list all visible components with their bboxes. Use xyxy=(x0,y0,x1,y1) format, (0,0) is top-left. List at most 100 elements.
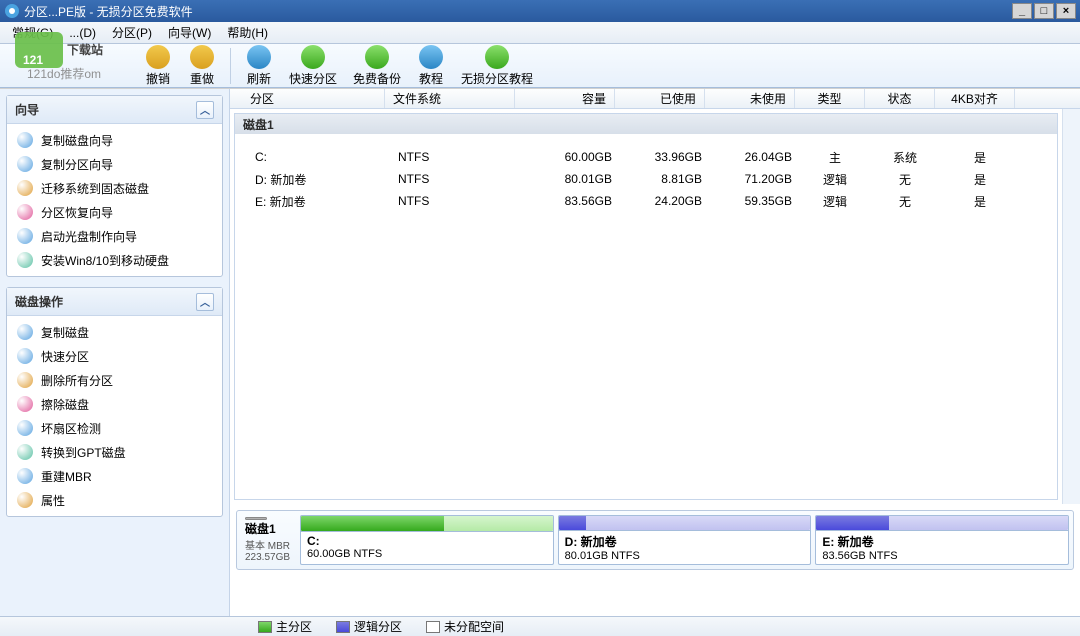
wizard-icon xyxy=(17,492,33,508)
toolbar-redo[interactable]: 重做 xyxy=(180,43,224,89)
cell-stat: 系统 xyxy=(870,149,940,166)
col-type[interactable]: 类型 xyxy=(795,89,865,108)
refresh-icon xyxy=(247,45,271,69)
ops-item[interactable]: 属性 xyxy=(7,488,222,512)
item-label: 启动光盘制作向导 xyxy=(41,228,137,245)
maximize-button[interactable]: □ xyxy=(1034,3,1054,19)
col-status[interactable]: 状态 xyxy=(865,89,935,108)
wizard-item[interactable]: 复制磁盘向导 xyxy=(7,128,222,152)
cell-used: 24.20GB xyxy=(620,194,710,208)
quickpart-icon xyxy=(301,45,325,69)
menu-d[interactable]: ...(D) xyxy=(61,23,104,43)
toolbar-freebackup[interactable]: 免费备份 xyxy=(345,43,409,89)
item-label: 复制磁盘 xyxy=(41,324,89,341)
col-free[interactable]: 未使用 xyxy=(705,89,795,108)
close-button[interactable]: × xyxy=(1056,3,1076,19)
cell-type: 主 xyxy=(800,149,870,166)
disk-segment[interactable]: C:60.00GB NTFS xyxy=(300,515,554,565)
item-label: 擦除磁盘 xyxy=(41,396,89,413)
menu-help[interactable]: 帮助(H) xyxy=(219,21,276,44)
menu-general[interactable]: 常规(G) xyxy=(4,21,61,44)
toolbar-refresh[interactable]: 刷新 xyxy=(237,43,281,89)
cell-cap: 83.56GB xyxy=(520,194,620,208)
menu-partition[interactable]: 分区(P) xyxy=(104,21,160,44)
table-row[interactable]: E: 新加卷NTFS83.56GB24.20GB59.35GB逻辑无是 xyxy=(235,190,1057,212)
col-4k[interactable]: 4KB对齐 xyxy=(935,89,1015,108)
cell-align: 是 xyxy=(940,193,1020,210)
ops-item[interactable]: 擦除磁盘 xyxy=(7,392,222,416)
toolbar-undo[interactable]: 撤销 xyxy=(136,43,180,89)
table-row[interactable]: D: 新加卷NTFS80.01GB8.81GB71.20GB逻辑无是 xyxy=(235,168,1057,190)
col-used[interactable]: 已使用 xyxy=(615,89,705,108)
panel-diskops-header[interactable]: 磁盘操作 ︿ xyxy=(7,288,222,316)
cell-free: 71.20GB xyxy=(710,172,800,186)
wizard-icon xyxy=(17,156,33,172)
segment-label: C:60.00GB NTFS xyxy=(301,532,553,562)
cell-align: 是 xyxy=(940,171,1020,188)
ops-item[interactable]: 转换到GPT磁盘 xyxy=(7,440,222,464)
redo-icon xyxy=(190,45,214,69)
wizard-icon xyxy=(17,204,33,220)
main-area: 分区 文件系统 容量 已使用 未使用 类型 状态 4KB对齐 磁盘1 C:NTF… xyxy=(230,89,1080,616)
wizard-icon xyxy=(17,132,33,148)
cell-part: D: 新加卷 xyxy=(235,171,390,188)
collapse-icon[interactable]: ︿ xyxy=(196,293,214,311)
tutorial-icon xyxy=(419,45,443,69)
svg-text:121: 121 xyxy=(23,53,43,67)
wizard-icon xyxy=(17,444,33,460)
title-bar: 分区...PE版 - 无损分区免费软件 _ □ × xyxy=(0,0,1080,22)
lossless-icon xyxy=(485,45,509,69)
menu-wizard[interactable]: 向导(W) xyxy=(160,21,219,44)
disk-segment[interactable]: D: 新加卷80.01GB NTFS xyxy=(558,515,812,565)
cell-used: 33.96GB xyxy=(620,150,710,164)
sidebar: 向导 ︿ 复制磁盘向导复制分区向导迁移系统到固态磁盘分区恢复向导启动光盘制作向导… xyxy=(0,89,230,616)
disk-info[interactable]: 磁盘1 基本 MBR 223.57GB xyxy=(241,515,296,565)
item-label: 分区恢复向导 xyxy=(41,204,113,221)
ops-item[interactable]: 坏扇区检测 xyxy=(7,416,222,440)
toolbar-tutorial[interactable]: 教程 xyxy=(409,43,453,89)
wizard-icon xyxy=(17,228,33,244)
disk-segment[interactable]: E: 新加卷83.56GB NTFS xyxy=(815,515,1069,565)
wizard-item[interactable]: 分区恢复向导 xyxy=(7,200,222,224)
wizard-icon xyxy=(17,420,33,436)
ops-item[interactable]: 删除所有分区 xyxy=(7,368,222,392)
cell-free: 26.04GB xyxy=(710,150,800,164)
segment-label: E: 新加卷83.56GB NTFS xyxy=(816,531,1068,564)
grid-body: 磁盘1 C:NTFS60.00GB33.96GB26.04GB主系统是D: 新加… xyxy=(234,113,1058,500)
wizard-icon xyxy=(17,324,33,340)
wizard-item[interactable]: 启动光盘制作向导 xyxy=(7,224,222,248)
cell-part: C: xyxy=(235,150,390,164)
wizard-item[interactable]: 安装Win8/10到移动硬盘 xyxy=(7,248,222,272)
col-partition[interactable]: 分区 xyxy=(230,89,385,108)
legend-unallocated: 未分配空间 xyxy=(426,618,504,635)
toolbar-losslesstut[interactable]: 无损分区教程 xyxy=(453,43,541,89)
col-capacity[interactable]: 容量 xyxy=(515,89,615,108)
item-label: 安装Win8/10到移动硬盘 xyxy=(41,252,169,269)
wizard-item[interactable]: 迁移系统到固态磁盘 xyxy=(7,176,222,200)
minimize-button[interactable]: _ xyxy=(1012,3,1032,19)
cell-fs: NTFS xyxy=(390,172,520,186)
table-row[interactable]: C:NTFS60.00GB33.96GB26.04GB主系统是 xyxy=(235,146,1057,168)
cell-used: 8.81GB xyxy=(620,172,710,186)
item-label: 复制分区向导 xyxy=(41,156,113,173)
ops-item[interactable]: 复制磁盘 xyxy=(7,320,222,344)
wizard-icon xyxy=(17,348,33,364)
cell-type: 逻辑 xyxy=(800,193,870,210)
cell-fs: NTFS xyxy=(390,194,520,208)
wizard-item[interactable]: 复制分区向导 xyxy=(7,152,222,176)
toolbar-quickpart[interactable]: 快速分区 xyxy=(281,43,345,89)
svg-text:121do推荐om: 121do推荐om xyxy=(27,67,101,80)
disk-map: 磁盘1 基本 MBR 223.57GB C:60.00GB NTFSD: 新加卷… xyxy=(236,510,1074,570)
window-title: 分区...PE版 - 无损分区免费软件 xyxy=(24,3,1012,20)
legend-primary: 主分区 xyxy=(258,618,312,635)
item-label: 重建MBR xyxy=(41,468,92,485)
collapse-icon[interactable]: ︿ xyxy=(196,101,214,119)
scrollbar[interactable] xyxy=(1062,109,1080,504)
legend-logical: 逻辑分区 xyxy=(336,618,402,635)
toolbar: 121 下载站 121do推荐om 撤销 重做 刷新 快速分区 免费备份 教程 … xyxy=(0,44,1080,88)
ops-item[interactable]: 重建MBR xyxy=(7,464,222,488)
panel-wizard-header[interactable]: 向导 ︿ xyxy=(7,96,222,124)
ops-item[interactable]: 快速分区 xyxy=(7,344,222,368)
disk-group-header[interactable]: 磁盘1 xyxy=(235,114,1057,134)
col-fs[interactable]: 文件系统 xyxy=(385,89,515,108)
